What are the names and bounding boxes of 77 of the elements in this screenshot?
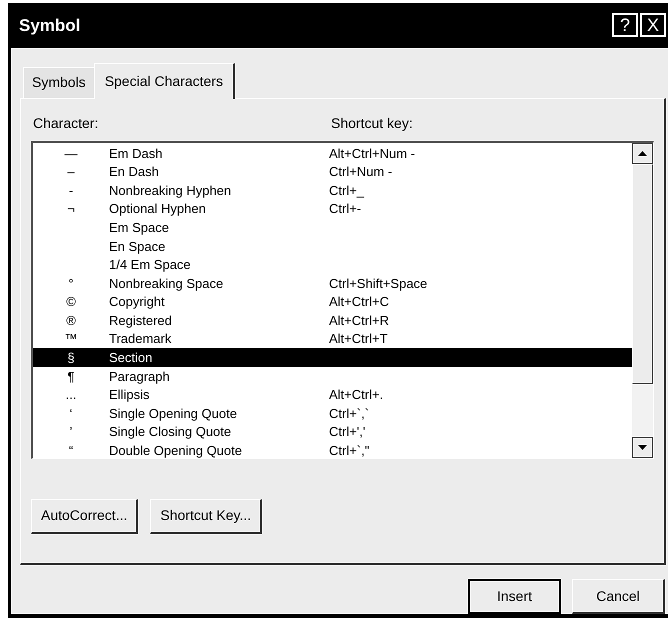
column-header: Character: [32,114,100,133]
character-cell-text: ® [65,314,77,327]
name-cell-text: Em Dash [109,146,164,160]
up-arrow-icon [638,150,647,156]
window-title: Symbol [19,14,80,37]
list-row[interactable]: ¶ Paragraph [33,366,632,386]
list-row[interactable]: En Space [33,236,632,256]
character-cell-text: ’ [68,425,74,438]
name-cell-text: En Space [109,240,166,252]
name-cell-text: Ellipsis [109,388,150,402]
list-row[interactable]: ™ Trademark Alt+Ctrl+T [33,330,632,348]
name-cell-text: Double Opening Quote [109,444,243,458]
list-row[interactable]: ‘ Single Opening Quote Ctrl+`,` [33,404,632,423]
list-row[interactable]: 1/4 Em Space [33,255,632,274]
character-cell-text: - [68,184,74,197]
column-header: Shortcut key: [331,114,413,133]
shortcut-cell: Alt+Ctrl+Num - [329,146,415,160]
character-cell-text: ‘ [68,406,74,420]
close-button[interactable]: X [640,13,666,38]
list-row[interactable]: ’ Single Closing Quote Ctrl+',' [33,422,632,442]
tab[interactable]: Symbols [23,66,94,98]
name-cell-text: Em Space [109,220,170,234]
name-cell-text: Trademark [109,332,172,346]
panel-button[interactable]: AutoCorrect... [31,498,138,534]
character-cell-text: § [66,351,76,364]
panel-button[interactable]: Shortcut Key... [150,498,262,534]
character-cell-text: ° [67,276,75,290]
shortcut-cell: Ctrl+`,` [329,406,370,420]
list-row[interactable]: § Section [33,348,632,367]
name-cell-text: Registered [109,314,173,327]
list-row[interactable]: “ Double Opening Quote Ctrl+`," [33,441,632,460]
name-cell-text: En Dash [109,165,160,178]
shortcut-cell: Alt+Ctrl+. [329,388,384,402]
shortcut-cell: Ctrl+_ [329,184,364,197]
list-row[interactable]: ® Registered Alt+Ctrl+R [33,311,632,330]
name-cell-text: Optional Hyphen [109,202,207,216]
down-arrow-icon [638,444,647,450]
scroll-thumb[interactable] [632,164,653,384]
character-cell-text: ¶ [66,370,76,383]
shortcut-cell: Ctrl+',' [329,425,366,438]
shortcut-cell: Ctrl+`," [329,444,370,458]
list-row[interactable]: ... Ellipsis Alt+Ctrl+. [33,385,632,404]
tab[interactable]: Special Characters [94,62,235,99]
dialog-button[interactable]: Cancel [572,579,665,614]
name-cell-text: Nonbreaking Hyphen [109,184,232,197]
character-cell-text: © [65,295,77,308]
character-cell-text: “ [68,444,74,458]
shortcut-cell: Alt+Ctrl+T [329,332,388,346]
list-row[interactable]: Em Space [33,218,632,237]
name-cell-text: Single Closing Quote [109,425,232,438]
character-cell-text: – [66,165,76,178]
list-row[interactable]: ° Nonbreaking Space Ctrl+Shift+Space [33,274,632,292]
character-cell-text: ™ [64,332,78,346]
shortcut-cell: Alt+Ctrl+C [329,295,389,308]
character-cell-text: ... [64,388,78,402]
dialog-button[interactable]: Insert [468,579,561,614]
character-cell-text: — [64,146,78,160]
scroll-up-button[interactable] [632,142,653,164]
scroll-down-button[interactable] [632,436,653,458]
name-cell-text: Paragraph [109,370,171,383]
shortcut-cell: Ctrl+Shift+Space [329,276,428,290]
help-button[interactable]: ? [612,13,638,38]
name-cell-text: Single Opening Quote [109,406,238,420]
name-cell-text: Section [109,351,154,364]
character-cell-text: ¬ [66,202,76,216]
list-row[interactable]: © Copyright Alt+Ctrl+C [33,292,632,312]
list-row[interactable]: – En Dash Ctrl+Num - [33,162,632,181]
name-cell-text: Nonbreaking Space [109,276,224,290]
shortcut-cell: Ctrl+Num - [329,165,392,178]
name-cell-text: 1/4 Em Space [109,258,192,272]
shortcut-cell: Alt+Ctrl+R [329,314,389,327]
list-row[interactable]: - Nonbreaking Hyphen Ctrl+_ [33,180,632,200]
list-row[interactable]: — Em Dash Alt+Ctrl+Num - [33,144,632,162]
shortcut-cell: Ctrl+- [329,202,362,216]
name-cell-text: Copyright [109,295,166,308]
scrollbar[interactable] [632,142,653,458]
list-row[interactable]: ¬ Optional Hyphen Ctrl+- [33,200,632,218]
